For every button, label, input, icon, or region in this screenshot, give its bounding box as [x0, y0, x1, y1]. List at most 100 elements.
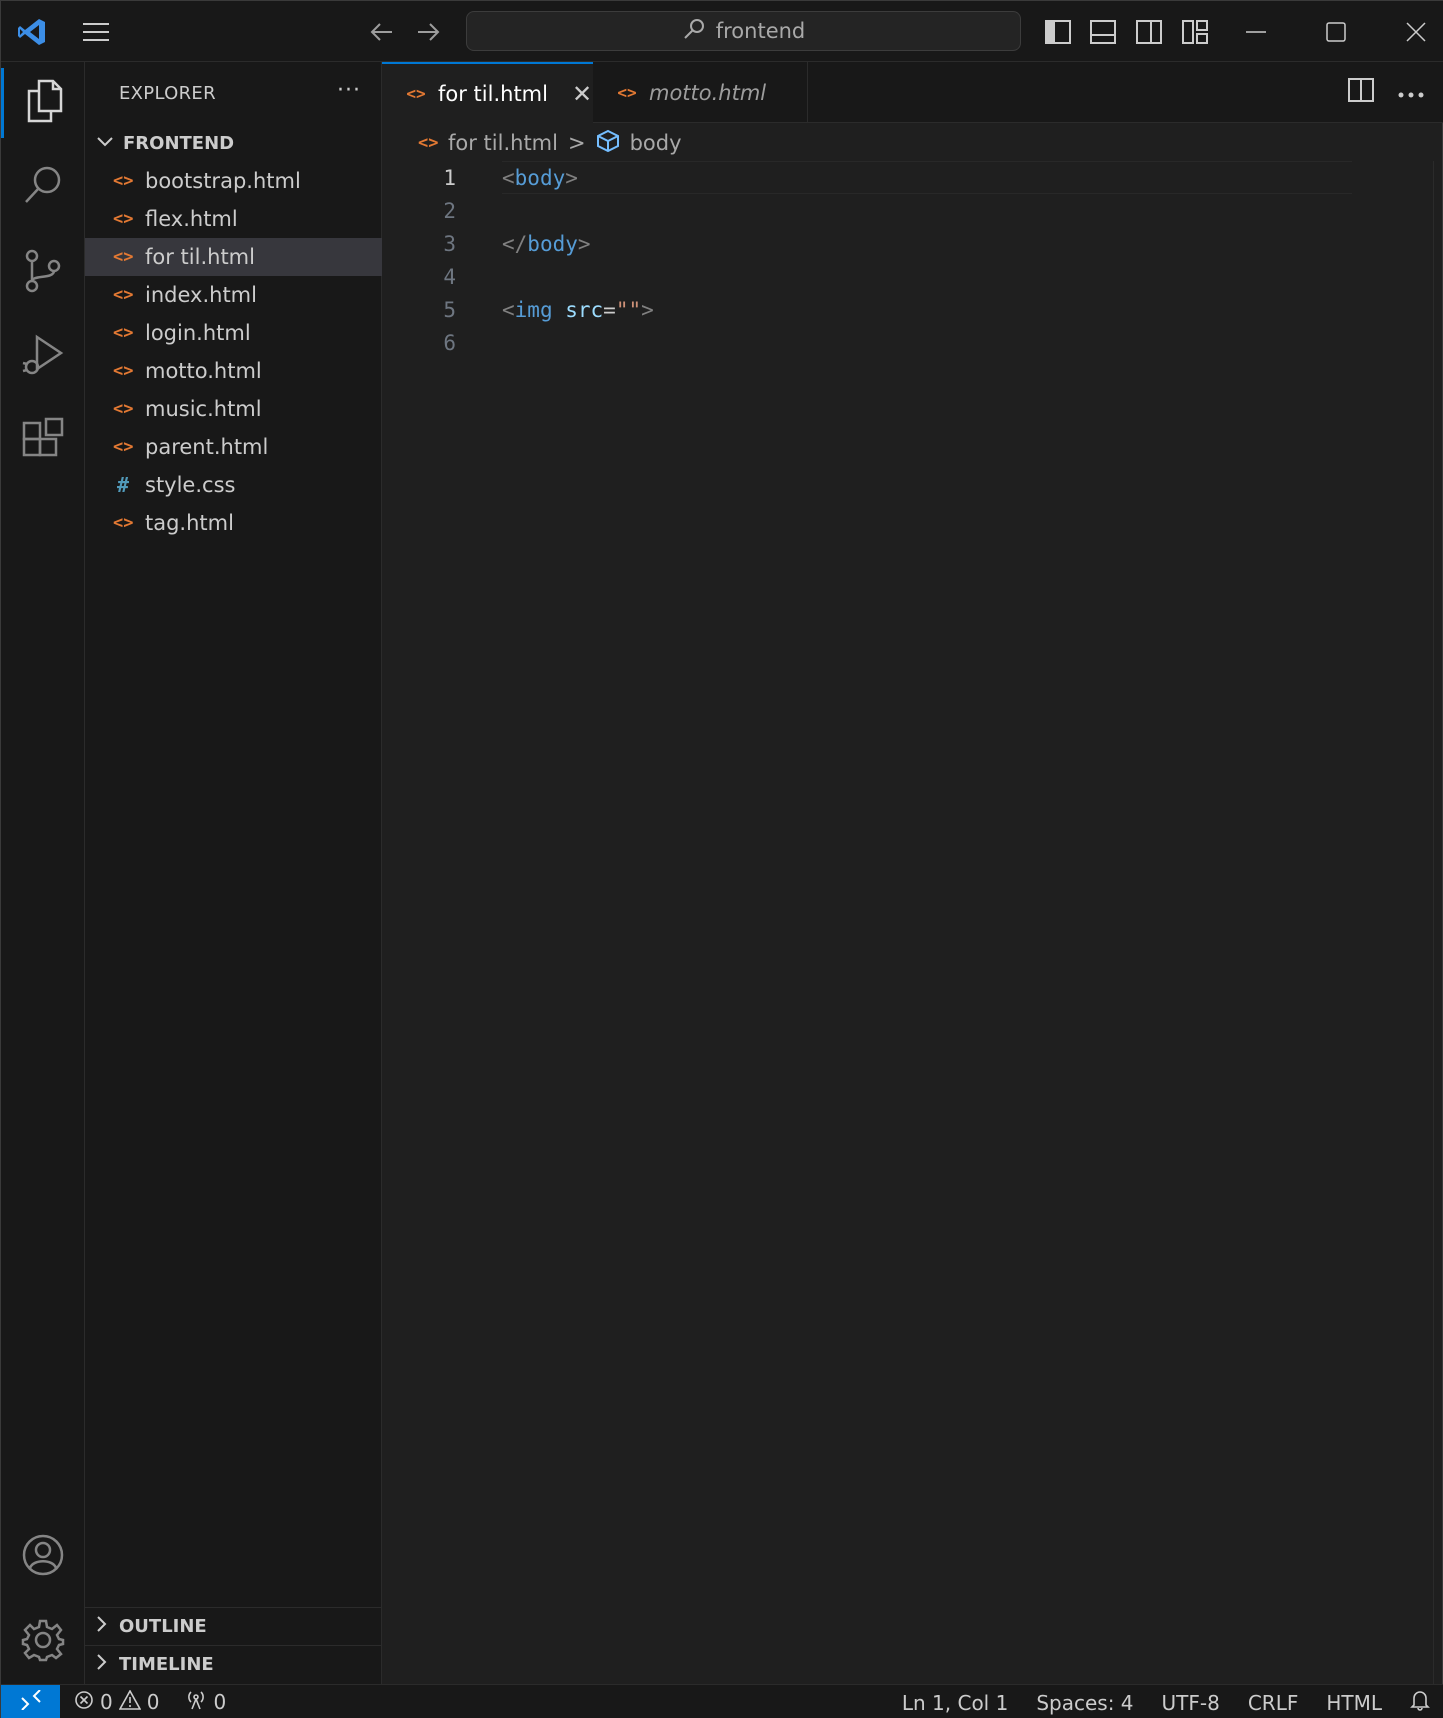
command-center-search[interactable]: frontend [466, 11, 1021, 51]
outline-section[interactable]: OUTLINE [85, 1607, 382, 1645]
warning-icon [118, 1688, 142, 1715]
symbol-element-icon [596, 129, 620, 158]
folder-label: FRONTEND [123, 132, 235, 154]
line-content: </body> [502, 232, 591, 256]
forward-arrow-icon[interactable] [411, 15, 445, 49]
html-file-icon: <> [113, 247, 134, 267]
punctuation: > [565, 165, 578, 190]
file-item[interactable]: <> parent.html [85, 428, 382, 466]
file-item-selected[interactable]: <> for til.html [85, 238, 382, 276]
line-number: 6 [443, 330, 456, 355]
encoding[interactable]: UTF-8 [1162, 1691, 1220, 1715]
title-bar: frontend [1, 1, 1443, 62]
menu-icon[interactable] [79, 15, 113, 49]
toggle-primary-sidebar-icon[interactable] [1041, 15, 1075, 49]
file-item[interactable]: <> bootstrap.html [85, 162, 382, 200]
punctuation: < [502, 165, 515, 190]
file-item[interactable]: <> motto.html [85, 352, 382, 390]
vertical-scrollbar[interactable] [1433, 161, 1443, 1684]
minimize-icon[interactable] [1239, 15, 1273, 49]
run-debug-activity[interactable] [1, 322, 85, 392]
manage-activity[interactable] [1, 1607, 85, 1677]
remote-indicator[interactable] [1, 1684, 60, 1718]
customize-layout-icon[interactable] [1178, 15, 1212, 49]
file-item[interactable]: <> music.html [85, 390, 382, 428]
warning-count: 0 [146, 1690, 160, 1714]
split-editor-icon[interactable] [1348, 78, 1374, 106]
more-actions-icon[interactable] [1398, 83, 1424, 102]
string-value: "" [615, 297, 642, 322]
file-label: login.html [145, 321, 251, 345]
line-content: <body> [502, 166, 578, 190]
explorer-activity[interactable] [1, 68, 85, 138]
maximize-icon[interactable] [1319, 15, 1353, 49]
tag-name: body [527, 231, 578, 256]
line-number: 3 [443, 231, 456, 256]
problems-indicator[interactable]: 0 0 [74, 1688, 160, 1715]
explorer-sidebar: EXPLORER ··· FRONTEND <> bootstrap.html … [85, 62, 382, 1684]
source-control-activity[interactable] [1, 238, 85, 308]
remote-icon [20, 1688, 42, 1715]
bell-icon[interactable] [1410, 1689, 1430, 1716]
gear-icon [21, 1618, 65, 1666]
chevron-right-icon [95, 1614, 109, 1639]
activity-bar [1, 62, 85, 1684]
ports-count: 0 [213, 1690, 227, 1714]
language-mode[interactable]: HTML [1326, 1691, 1382, 1715]
line-number: 2 [443, 198, 456, 223]
editor-tabs: <> for til.html ✕ <> motto.html [382, 62, 1443, 123]
search-activity[interactable] [1, 152, 85, 222]
close-icon[interactable]: ✕ [572, 80, 592, 108]
file-label: music.html [145, 397, 262, 421]
ports-indicator[interactable]: 0 [185, 1690, 226, 1715]
indentation[interactable]: Spaces: 4 [1036, 1691, 1133, 1715]
file-item[interactable]: <> login.html [85, 314, 382, 352]
file-item[interactable]: <> flex.html [85, 200, 382, 238]
toggle-panel-icon[interactable] [1086, 15, 1120, 49]
file-item[interactable]: # style.css [85, 466, 382, 504]
breadcrumb-separator: > [567, 131, 586, 155]
breadcrumb-symbol[interactable]: body [630, 131, 682, 155]
file-item[interactable]: <> index.html [85, 276, 382, 314]
line-number: 1 [443, 165, 456, 190]
timeline-section[interactable]: TIMELINE [85, 1645, 382, 1683]
tab-label: for til.html [438, 81, 548, 106]
html-file-icon: <> [617, 83, 637, 102]
code-editor[interactable]: 1 <body> 2 3 </body> 4 5 <img src=""> 6 [382, 161, 1432, 359]
line-number: 4 [443, 264, 456, 289]
close-window-icon[interactable] [1399, 15, 1433, 49]
html-file-icon: <> [113, 437, 134, 457]
extensions-activity[interactable] [1, 406, 85, 476]
tab-for-til-html[interactable]: <> for til.html ✕ [382, 62, 593, 123]
end-of-line[interactable]: CRLF [1248, 1691, 1299, 1715]
timeline-label: TIMELINE [119, 1654, 214, 1675]
chevron-down-icon [95, 133, 115, 154]
file-label: motto.html [145, 359, 262, 383]
file-label: flex.html [145, 207, 238, 231]
breadcrumb-file[interactable]: for til.html [448, 131, 558, 155]
status-bar: 0 0 0 Ln 1, Col 1 Spaces: 4 UTF-8 CRLF H… [1, 1684, 1443, 1718]
tag-name: img [514, 297, 553, 322]
file-label: style.css [145, 473, 236, 497]
line-content: <img src=""> [502, 298, 654, 322]
folder-frontend[interactable]: FRONTEND [85, 127, 382, 159]
cursor-position[interactable]: Ln 1, Col 1 [902, 1691, 1008, 1715]
error-count: 0 [100, 1690, 113, 1714]
tab-motto-html[interactable]: <> motto.html [593, 62, 808, 123]
explorer-more-actions-icon[interactable]: ··· [337, 78, 361, 103]
html-file-icon: <> [113, 361, 134, 381]
accounts-activity[interactable] [1, 1522, 85, 1592]
back-arrow-icon[interactable] [365, 15, 399, 49]
file-item[interactable]: <> tag.html [85, 504, 382, 542]
run-debug-icon [21, 333, 65, 381]
css-file-icon: # [116, 473, 130, 497]
file-label: for til.html [145, 245, 255, 269]
chevron-right-icon [95, 1652, 109, 1677]
error-icon [74, 1690, 94, 1715]
punctuation: > [641, 297, 654, 322]
account-icon [21, 1533, 65, 1581]
code-line: 6 [382, 326, 1432, 359]
toggle-secondary-sidebar-icon[interactable] [1132, 15, 1166, 49]
code-line: 4 [382, 260, 1432, 293]
file-label: parent.html [145, 435, 269, 459]
